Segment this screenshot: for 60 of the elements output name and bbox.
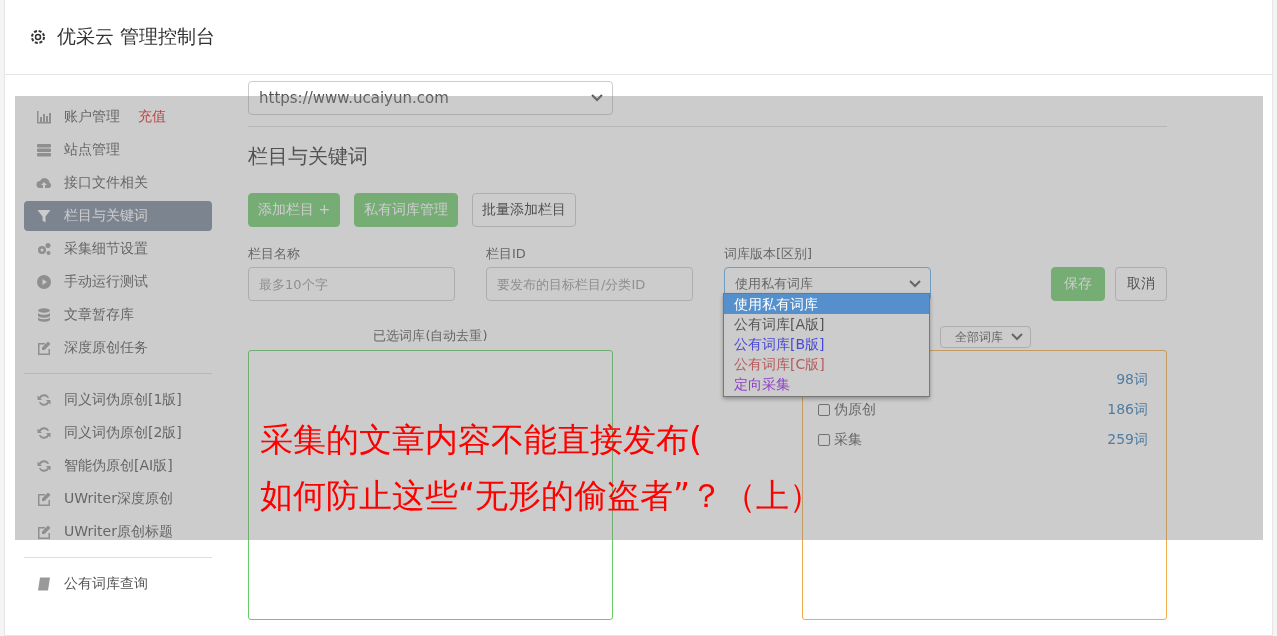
sidebar-item[interactable]: 公有词库查询 [24,569,212,599]
refresh-icon [36,458,52,474]
field-label: 栏目ID [486,245,527,263]
input-field[interactable]: 最多10个字 [248,267,455,301]
edit-icon [36,491,52,507]
play-icon [36,274,52,290]
settings-icon [29,28,47,46]
edit-icon [36,340,52,356]
caret-icon [1010,332,1024,342]
word-count: 259词 [1107,431,1148,449]
caret-icon [590,93,604,103]
sidebar-item[interactable]: UWriter原创标题 [24,517,212,547]
word-count: 186词 [1107,401,1148,419]
database-icon [36,307,52,323]
checkbox[interactable] [818,434,830,446]
site-select[interactable]: https://www.ucaiyun.com [248,81,613,115]
option-text: 公有词库[C版] [734,356,825,372]
sidebar-item[interactable]: 同义词伪原创[1版] [24,385,212,415]
option-text: 定向采集 [734,376,790,392]
page-heading: 栏目与关键词 [248,143,369,170]
cancel-button[interactable]: 取消 [1115,267,1167,301]
caption-text: 如何防止这些“无形的偷盗者”？（上） [260,476,823,516]
library-name: 伪原创 [834,401,876,419]
refresh-icon [36,392,52,408]
refresh-icon [36,425,52,441]
sidebar-item[interactable]: UWriter深度原创 [24,484,212,514]
sidebar-item[interactable]: 同义词伪原创[2版] [24,418,212,448]
library-filter-select[interactable]: 全部词库 [940,326,1031,348]
input-field[interactable]: 要发布的目标栏目/分类ID [486,267,693,301]
dropdown-option[interactable]: 使用私有词库 [724,294,929,314]
sidebar-item[interactable]: 站点管理 [24,135,212,165]
cloud-upload-icon [36,175,52,191]
dropdown-option[interactable]: 公有词库[A版] [724,314,929,334]
bar-chart-icon [36,109,52,125]
word-count: 98词 [1116,371,1148,389]
dropdown-option[interactable]: 定向采集 [724,374,929,394]
sidebar-item[interactable]: 栏目与关键词 [24,201,212,231]
edit-icon [36,524,52,540]
field-label: 词库版本[区别] [724,245,814,263]
sidebar-item[interactable]: 账户管理 充值 [24,102,212,132]
sidebar-item[interactable]: 接口文件相关 [24,168,212,198]
section-title: 已选词库(自动去重) [372,327,489,345]
action-button[interactable]: 批量添加栏目 [472,193,577,227]
dropdown-option[interactable]: 公有词库[B版] [724,334,929,354]
field-label: 栏目名称 [248,245,301,263]
server-icon [36,142,52,158]
sidebar-item[interactable]: 文章暂存库 [24,300,212,330]
sidebar-item[interactable]: 智能伪原创[AI版] [24,451,212,481]
caret-icon [908,279,922,289]
option-text: 公有词库[B版] [734,336,825,352]
caption-text: 采集的文章内容不能直接发布( [260,420,702,460]
sidebar-item[interactable]: 手动运行测试 [24,267,212,297]
checkbox[interactable] [818,404,830,416]
sidebar-item[interactable]: 深度原创任务 [24,333,212,363]
dropdown-option[interactable]: 公有词库[C版] [724,354,929,374]
library-name: 采集 [834,431,862,449]
option-text: 公有词库[A版] [734,316,825,332]
console-title: 优采云 管理控制台 [57,24,216,49]
sidebar-item[interactable]: 采集细节设置 [24,234,212,264]
filter-icon [36,208,52,224]
